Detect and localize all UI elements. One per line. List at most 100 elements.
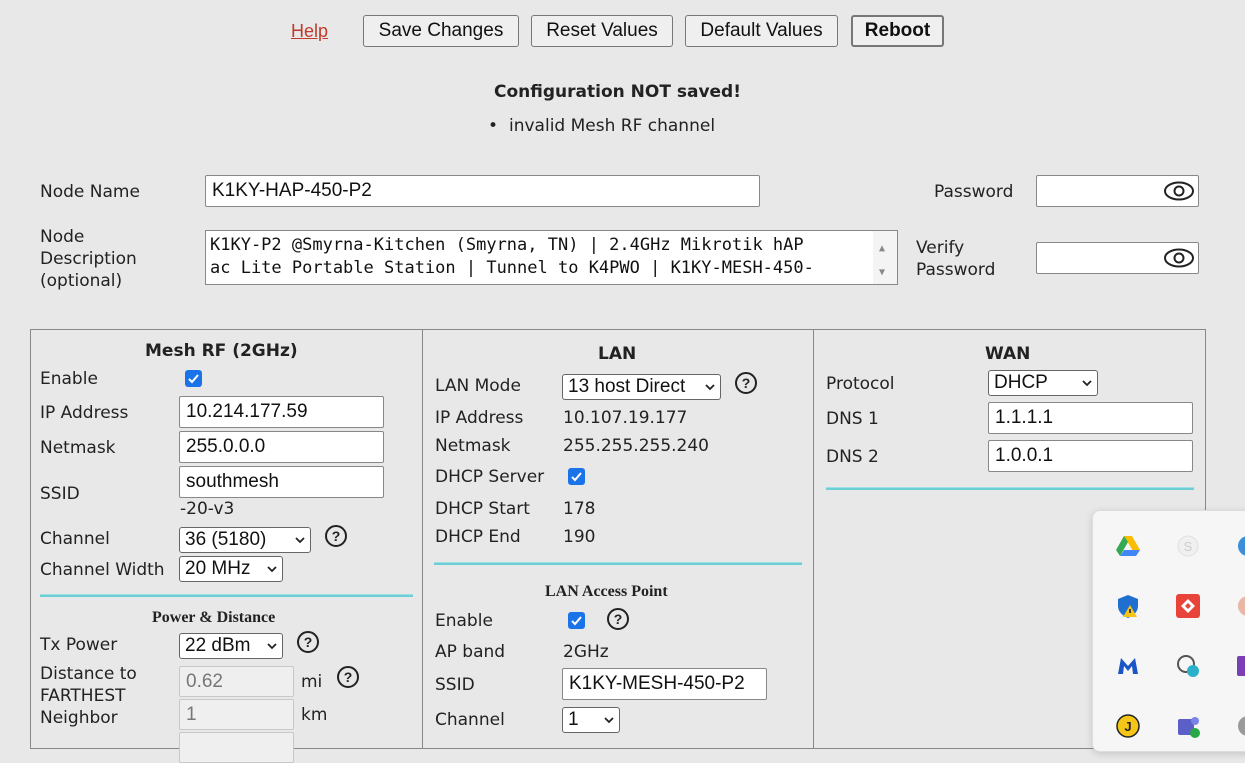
- txpower-label: Tx Power: [40, 635, 118, 655]
- wan-divider: [826, 487, 1194, 490]
- scroll-up-icon[interactable]: ▲: [879, 237, 885, 260]
- mesh-channel-value: 36 (5180): [185, 529, 267, 550]
- mesh-ip-label: IP Address: [40, 403, 129, 423]
- verify-password-label-2: Password: [916, 260, 996, 280]
- teams-icon[interactable]: [1175, 713, 1201, 739]
- password-input[interactable]: [1036, 175, 1199, 207]
- dns2-input[interactable]: 1.0.0.1: [988, 440, 1193, 472]
- lan-mode-select[interactable]: 13 host Direct: [562, 374, 721, 400]
- distance-help-icon[interactable]: ?: [337, 666, 359, 688]
- wan-title: WAN: [985, 344, 1031, 364]
- power-distance-title: Power & Distance: [152, 609, 276, 626]
- scroll-down-icon[interactable]: ▼: [879, 261, 885, 284]
- password-label: Password: [934, 182, 1014, 202]
- dhcp-end-label: DHCP End: [435, 527, 521, 547]
- lan-netmask-label: Netmask: [435, 436, 511, 456]
- save-changes-button[interactable]: Save Changes: [363, 15, 519, 47]
- show-verify-password-eye-icon[interactable]: [1163, 247, 1195, 269]
- mesh-netmask-label: Netmask: [40, 438, 116, 458]
- chevron-down-icon: [1082, 380, 1092, 387]
- textarea-scrollbar[interactable]: ▲ ▼: [873, 231, 897, 284]
- distance-mi-unit: mi: [301, 672, 323, 692]
- mesh-ip-input[interactable]: 10.214.177.59: [179, 396, 384, 428]
- help-link[interactable]: Help: [291, 21, 328, 42]
- reset-values-button[interactable]: Reset Values: [531, 15, 673, 47]
- ap-channel-label: Channel: [435, 710, 505, 730]
- dns1-input[interactable]: 1.1.1.1: [988, 402, 1193, 434]
- lan-divider: [434, 562, 802, 565]
- distance-label-1: Distance to: [40, 664, 137, 684]
- lan-title: LAN: [598, 344, 637, 364]
- mesh-enable-checkbox[interactable]: [185, 370, 202, 387]
- mesh-width-label: Channel Width: [40, 560, 165, 580]
- mesh-ssid-label: SSID: [40, 484, 80, 504]
- node-description-textarea[interactable]: K1KY-P2 @Smyrna-Kitchen (Smyrna, TN) | 2…: [205, 230, 898, 285]
- lan-ap-help-icon[interactable]: ?: [607, 608, 629, 630]
- lan-ip-label: IP Address: [435, 408, 524, 428]
- system-tray-popup: S J: [1092, 510, 1245, 752]
- node-desc-label-2: Description: [40, 249, 137, 269]
- show-password-eye-icon[interactable]: [1163, 180, 1195, 202]
- ap-band-label: AP band: [435, 642, 506, 662]
- distance-km-unit: km: [301, 705, 328, 725]
- lan-ap-title: LAN Access Point: [545, 583, 668, 600]
- lan-ap-enable-label: Enable: [435, 611, 493, 631]
- verify-password-input[interactable]: [1036, 242, 1199, 274]
- dns2-label: DNS 2: [826, 447, 879, 467]
- node-name-label: Node Name: [40, 182, 140, 202]
- app-gray-icon[interactable]: [1235, 713, 1245, 739]
- mesh-ssid-input[interactable]: southmesh: [179, 466, 384, 498]
- distance-label-3: Neighbor: [40, 708, 118, 728]
- desc-line-2: ac Lite Portable Station | Tunnel to K4P…: [210, 258, 814, 278]
- app-globe-icon[interactable]: [1235, 533, 1245, 559]
- app-icon-partial[interactable]: [1235, 593, 1245, 619]
- ap-ssid-input[interactable]: K1KY-MESH-450-P2: [562, 668, 767, 700]
- reboot-button[interactable]: Reboot: [851, 15, 944, 47]
- distance-mi-input[interactable]: 0.62: [179, 666, 294, 697]
- error-title: Configuration NOT saved!: [494, 82, 741, 102]
- txpower-select[interactable]: 22 dBm: [179, 633, 283, 659]
- mesh-channel-help-icon[interactable]: ?: [325, 525, 347, 547]
- mesh-netmask-input[interactable]: 255.0.0.0: [179, 431, 384, 463]
- dhcp-server-checkbox[interactable]: [568, 468, 585, 485]
- dns1-label: DNS 1: [826, 409, 879, 429]
- chevron-down-icon: [267, 643, 277, 650]
- distance-label-2: FARTHEST: [40, 686, 126, 706]
- ap-band-value: 2GHz: [563, 642, 609, 662]
- dhcp-start-label: DHCP Start: [435, 499, 530, 519]
- app-j-icon[interactable]: J: [1115, 713, 1141, 739]
- ap-channel-select[interactable]: 1: [562, 707, 620, 733]
- svg-text:J: J: [1124, 719, 1131, 734]
- lan-ap-enable-checkbox[interactable]: [568, 612, 585, 629]
- node-desc-label-3: (optional): [40, 271, 123, 291]
- lan-mode-help-icon[interactable]: ?: [735, 372, 757, 394]
- chevron-down-icon: [705, 384, 715, 391]
- wan-protocol-label: Protocol: [826, 374, 895, 394]
- default-values-button[interactable]: Default Values: [685, 15, 838, 47]
- google-drive-icon[interactable]: [1115, 533, 1141, 559]
- ap-channel-value: 1: [568, 709, 579, 730]
- mesh-width-select[interactable]: 20 MHz: [179, 556, 283, 582]
- lan-netmask-value: 255.255.255.240: [563, 436, 710, 456]
- wan-protocol-select[interactable]: DHCP: [988, 370, 1098, 396]
- chevron-down-icon: [604, 717, 614, 724]
- wan-protocol-value: DHCP: [994, 372, 1048, 393]
- dhcp-server-label: DHCP Server: [435, 467, 545, 487]
- lan-ip-value: 10.107.19.177: [563, 408, 688, 428]
- distance-extra-input[interactable]: [179, 732, 294, 763]
- sync-icon[interactable]: S: [1175, 533, 1201, 559]
- distance-km-input[interactable]: 1: [179, 699, 294, 730]
- network-sync-icon[interactable]: [1175, 653, 1201, 679]
- dhcp-end-value: 190: [563, 527, 596, 547]
- mesh-rf-title: Mesh RF (2GHz): [145, 341, 298, 361]
- node-name-input[interactable]: K1KY-HAP-450-P2: [205, 175, 760, 207]
- txpower-help-icon[interactable]: ?: [297, 631, 319, 653]
- security-shield-icon[interactable]: [1115, 593, 1141, 619]
- svg-text:S: S: [1184, 539, 1193, 554]
- malwarebytes-icon[interactable]: [1115, 653, 1141, 679]
- chevron-down-icon: [267, 566, 277, 573]
- mesh-divider: [40, 594, 413, 597]
- anydesk-icon[interactable]: [1175, 593, 1201, 619]
- onenote-icon[interactable]: [1235, 653, 1245, 679]
- mesh-channel-select[interactable]: 36 (5180): [179, 527, 311, 553]
